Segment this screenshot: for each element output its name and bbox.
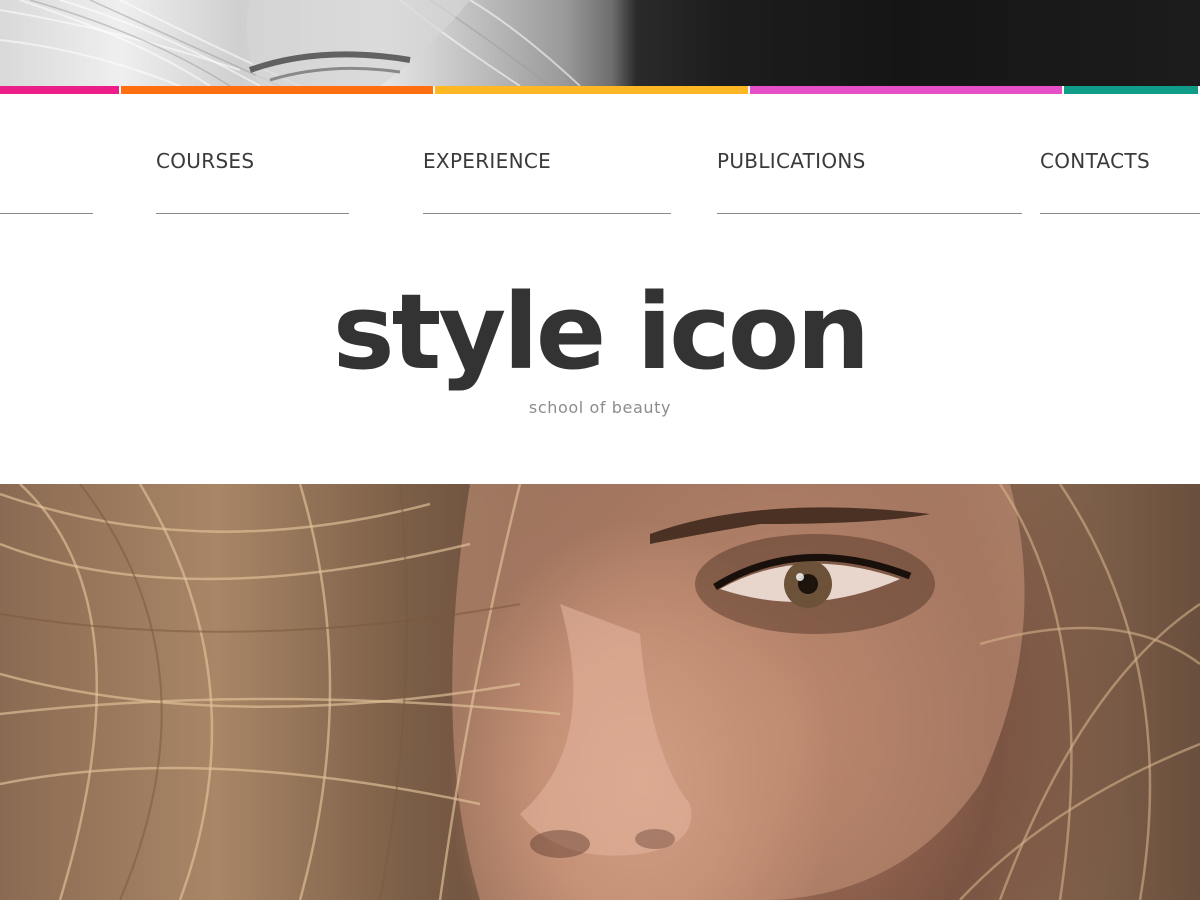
nav-item-courses[interactable]: COURSES	[156, 146, 349, 214]
nav-item-experience[interactable]: EXPERIENCE	[423, 146, 671, 214]
nav-item-label: EXPERIENCE	[423, 149, 552, 173]
color-stripe-orange	[121, 86, 433, 94]
color-stripe	[0, 86, 1200, 94]
nav-item-publications[interactable]: PUBLICATIONS	[717, 146, 1022, 214]
nav-divider-left	[0, 213, 93, 214]
nav-item-label: COURSES	[156, 149, 255, 173]
brand-name: style icon	[332, 271, 871, 393]
hero-portrait-art	[0, 484, 1200, 900]
color-stripe-yellow	[435, 86, 748, 94]
nav-item-contacts[interactable]: CONTACTS	[1040, 146, 1200, 214]
top-banner-image	[0, 0, 1200, 86]
nav-item-label: CONTACTS	[1040, 149, 1150, 173]
color-stripe-teal	[1064, 86, 1198, 94]
brand-tagline: school of beauty	[528, 398, 672, 417]
hero-image	[0, 484, 1200, 900]
main-navigation: COURSES EXPERIENCE PUBLICATIONS CONTACTS	[0, 94, 1200, 216]
nav-item-label: PUBLICATIONS	[717, 149, 866, 173]
color-stripe-magenta	[750, 86, 1062, 94]
top-banner-art	[0, 0, 581, 86]
color-stripe-pink	[0, 86, 119, 94]
site-logo[interactable]: style icon school of beauty	[0, 262, 1200, 417]
